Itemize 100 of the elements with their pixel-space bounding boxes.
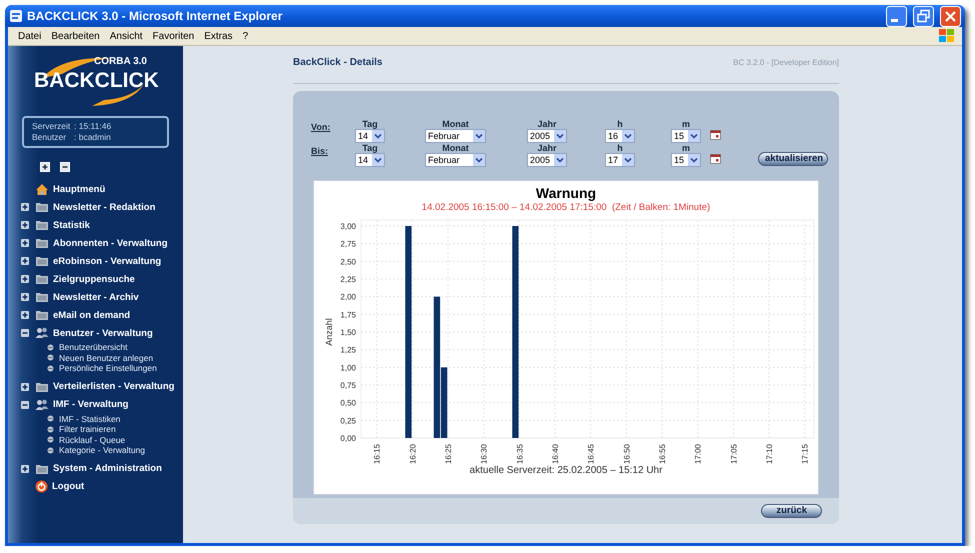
dropdown[interactable]: 14 [355,129,386,143]
x-tick-label: 17:10 [765,444,774,464]
nav-item[interactable]: eRobinson - Verwaltung [53,256,162,266]
x-tick-label: 16:40 [551,444,560,464]
range-label: Von: [311,121,332,134]
expand-icon[interactable] [21,293,29,301]
nav-item[interactable]: Statistik [53,220,90,230]
bullet-icon [47,344,54,351]
calendar-icon[interactable] [710,130,721,140]
version-text: BC 3.2.0 - [Developer Edition] [733,58,839,66]
field-label: Monat [442,143,469,153]
range-label: Bis: [311,145,330,158]
chevron-down-icon [473,154,485,166]
folder-icon [35,462,49,474]
y-tick-label: 1,00 [340,363,356,372]
expand-icon[interactable] [21,275,29,283]
menu-item[interactable]: Favoriten [148,30,200,42]
chevron-down-icon [473,130,485,142]
expand-icon[interactable] [21,203,29,211]
close-button[interactable] [940,6,961,26]
dropdown[interactable]: 15 [671,129,702,143]
x-tick-label: 16:45 [586,444,596,464]
expand-icon[interactable] [21,311,29,319]
nav-subitem[interactable]: Kategorie - Verwaltung [59,445,145,456]
y-tick-label: 1,25 [340,346,356,355]
info-label: Benutzer [32,132,68,143]
field-label: Tag [362,119,378,129]
dropdown[interactable]: 17 [605,153,636,167]
field-label: Jahr [538,119,557,129]
nav-item[interactable]: Newsletter - Redaktion [53,202,156,212]
bullet-icon [47,415,54,422]
collapse-icon[interactable] [21,400,29,408]
info-label: Serverzeit [32,121,72,132]
nav-subitem[interactable]: Persönliche Einstellungen [59,363,157,374]
expand-icon[interactable] [21,257,29,265]
expand-icon[interactable] [21,382,29,390]
logo-edition: CORBA 3.0 [94,56,147,67]
flag-icon [938,28,956,44]
calendar-icon[interactable] [710,154,721,164]
restore-button[interactable] [913,6,934,26]
minimize-button[interactable] [886,6,907,26]
dropdown[interactable]: Februar [425,153,486,167]
nav-subitem[interactable]: Benutzerübersicht [59,342,128,352]
nav-subitem[interactable]: IMF - Statistiken [59,414,120,424]
chevron-down-icon [688,154,700,166]
menu-item[interactable]: Extras [200,30,239,42]
field-label: Jahr [538,143,557,153]
x-tick-label: 16:25 [444,444,454,464]
dropdown[interactable]: Februar [425,129,486,143]
nav-item[interactable]: System - Administration [53,463,162,474]
back-button[interactable]: zurück [761,504,822,518]
chart-title: Warnung [536,185,596,201]
field-label: m [682,143,690,153]
nav-item[interactable]: Newsletter - Archiv [53,292,139,302]
dropdown[interactable]: 16 [605,129,636,143]
chevron-down-icon [554,154,566,166]
folder-icon [35,291,49,303]
menu-item[interactable]: Ansicht [106,30,149,42]
nav-subitem[interactable]: Neuen Benutzer anlegen [59,352,154,363]
folder-icon [35,273,49,285]
expand-icon[interactable] [21,464,29,472]
chart-subtitle: 14.02.2005 16:15:00 – 14.02.2005 17:15:00 (Zeit / Balken: 1Minute) [422,202,710,213]
menu-item[interactable]: Datei [14,30,48,42]
field-label: Tag [362,143,378,153]
y-tick-label: 0,50 [340,398,356,408]
expand-icon[interactable] [21,239,29,247]
expand-all-icon[interactable] [40,162,50,172]
nav-subitem[interactable]: Rücklauf - Queue [59,434,126,445]
expand-icon[interactable] [21,221,29,229]
dropdown[interactable]: 15 [671,153,702,167]
bullet-icon [47,364,54,372]
nav-item[interactable]: Verteilerlisten - Verwaltung [53,381,174,392]
x-tick-label: 16:20 [408,444,418,464]
y-tick-label: 1,75 [340,310,356,320]
collapse-all-icon[interactable] [60,162,70,172]
collapse-icon[interactable] [21,329,29,337]
users-icon [35,327,49,339]
nav-item[interactable]: IMF - Verwaltung [53,399,128,410]
y-tick-label: 2,75 [340,240,356,249]
menu-item[interactable]: ? [238,30,254,42]
chevron-down-icon [622,154,634,166]
y-tick-label: 0,25 [340,416,356,426]
folder-icon [35,201,49,213]
logo-text: BACKCLICK [34,69,159,93]
x-tick-label: 17:00 [694,444,703,464]
dropdown[interactable]: 14 [355,153,386,167]
nav-item[interactable]: Logout [52,481,84,492]
menu-item[interactable]: Bearbeiten [47,30,106,42]
nav-item[interactable]: Abonnenten - Verwaltung [53,238,168,248]
y-tick-label: 0,00 [340,434,356,443]
dropdown[interactable]: 2005 [527,129,568,143]
window-title: BACKCLICK 3.0 - Microsoft Internet Explorer [27,9,282,23]
nav-item[interactable]: Benutzer - Verwaltung [53,328,153,338]
page-title: BackClick - Details [293,56,382,68]
nav-item[interactable]: Hauptmenü [53,184,106,194]
nav-subitem[interactable]: Filter trainieren [59,424,116,434]
nav-item[interactable]: Zielgruppensuche [53,274,135,284]
dropdown[interactable]: 2005 [527,153,568,167]
update-button[interactable]: aktualisieren [758,152,828,166]
nav-item[interactable]: eMail on demand [53,310,130,320]
